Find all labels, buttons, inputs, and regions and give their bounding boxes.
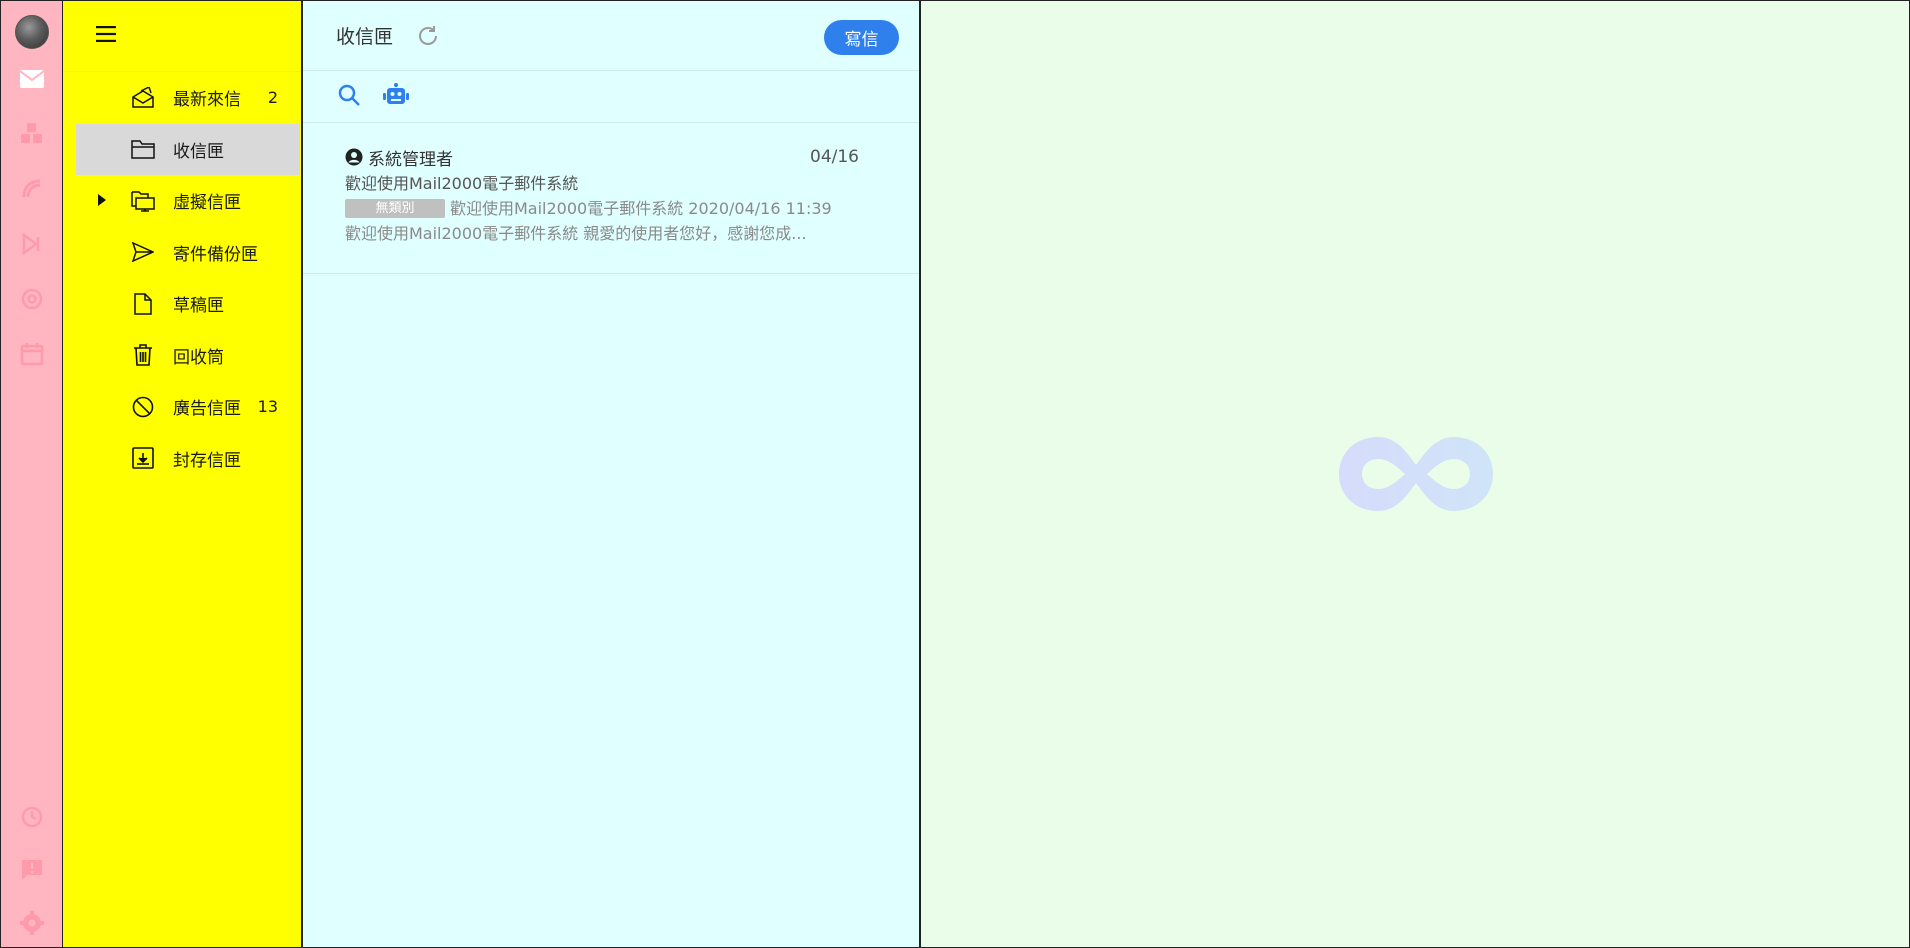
robot-icon[interactable] [383,82,409,111]
folder-item-trash[interactable]: 回收筒 [76,330,300,382]
app-rail [0,0,63,948]
folder-item-archive[interactable]: 封存信匣 [76,433,300,485]
folder-item-inbox[interactable]: 收信匣 [76,123,300,175]
at-sign-icon[interactable] [18,285,46,313]
folder-label: 最新來信 [173,90,241,111]
expand-arrow-icon[interactable] [98,191,106,211]
draft-icon [130,291,156,317]
headset-icon[interactable] [18,175,46,203]
mail-sender: 系統管理者 [368,149,453,170]
page-title: 收信匣 [336,26,394,48]
apps-icon[interactable] [18,120,46,148]
mail-row[interactable]: 系統管理者 04/16 歡迎使用Mail2000電子郵件系統 無類別 歡迎使用M… [303,123,919,274]
mail-preview-line: 歡迎使用Mail2000電子郵件系統 親愛的使用者您好，感謝您成... [345,224,807,243]
new-mail-icon [130,85,156,111]
virtual-folder-icon [130,188,156,214]
avatar[interactable] [14,15,49,49]
folder-panel: 最新來信 2 收信匣 虛擬信匣 寄件備份匣 草稿匣 回收筒 廣告信匣 13 封存… [63,0,303,948]
compose-button[interactable]: 寫信 [824,20,899,55]
unread-count: 13 [257,397,278,417]
mail-preview-line: 歡迎使用Mail2000電子郵件系統 2020/04/16 11:39 [450,199,832,218]
mail-subject: 歡迎使用Mail2000電子郵件系統 [345,174,579,193]
send-icon [130,239,156,265]
calendar-icon[interactable] [18,340,46,368]
unread-count: 2 [267,88,278,108]
folder-list: 最新來信 2 收信匣 虛擬信匣 寄件備份匣 草稿匣 回收筒 廣告信匣 13 封存… [63,71,301,484]
folder-icon [130,136,156,162]
folder-label: 草稿匣 [173,296,224,317]
folder-label: 回收筒 [173,347,224,368]
refresh-icon[interactable] [417,25,439,47]
settings-icon[interactable] [18,909,46,937]
archive-icon [130,445,156,471]
mail-list-panel: 收信匣 寫信 系統管理者 04/16 歡迎使用Mail2000電子郵件系統 無類… [303,0,921,948]
folder-item-spam[interactable]: 廣告信匣 13 [76,381,300,433]
mail-date: 04/16 [810,147,859,167]
folder-item-drafts[interactable]: 草稿匣 [76,278,300,330]
forward-icon[interactable] [18,230,46,258]
folder-label: 寄件備份匣 [173,244,258,265]
folder-item-sent[interactable]: 寄件備份匣 [76,227,300,279]
folder-label: 封存信匣 [173,450,241,471]
person-icon [345,148,363,166]
trash-icon [130,342,156,368]
category-badge[interactable]: 無類別 [345,199,445,218]
folder-item-new-mail[interactable]: 最新來信 2 [76,72,300,124]
folder-item-virtual[interactable]: 虛擬信匣 [76,175,300,227]
search-icon[interactable] [337,83,361,111]
mail-icon[interactable] [18,65,46,93]
folder-label: 廣告信匣 [173,399,241,420]
feedback-icon[interactable] [18,856,46,884]
hamburger-menu-icon[interactable] [96,26,116,46]
folder-label: 收信匣 [173,141,224,162]
history-icon[interactable] [18,803,46,831]
infinity-logo-icon [1335,431,1497,521]
folder-label: 虛擬信匣 [173,193,241,214]
reading-pane [921,0,1910,948]
block-icon [130,394,156,420]
